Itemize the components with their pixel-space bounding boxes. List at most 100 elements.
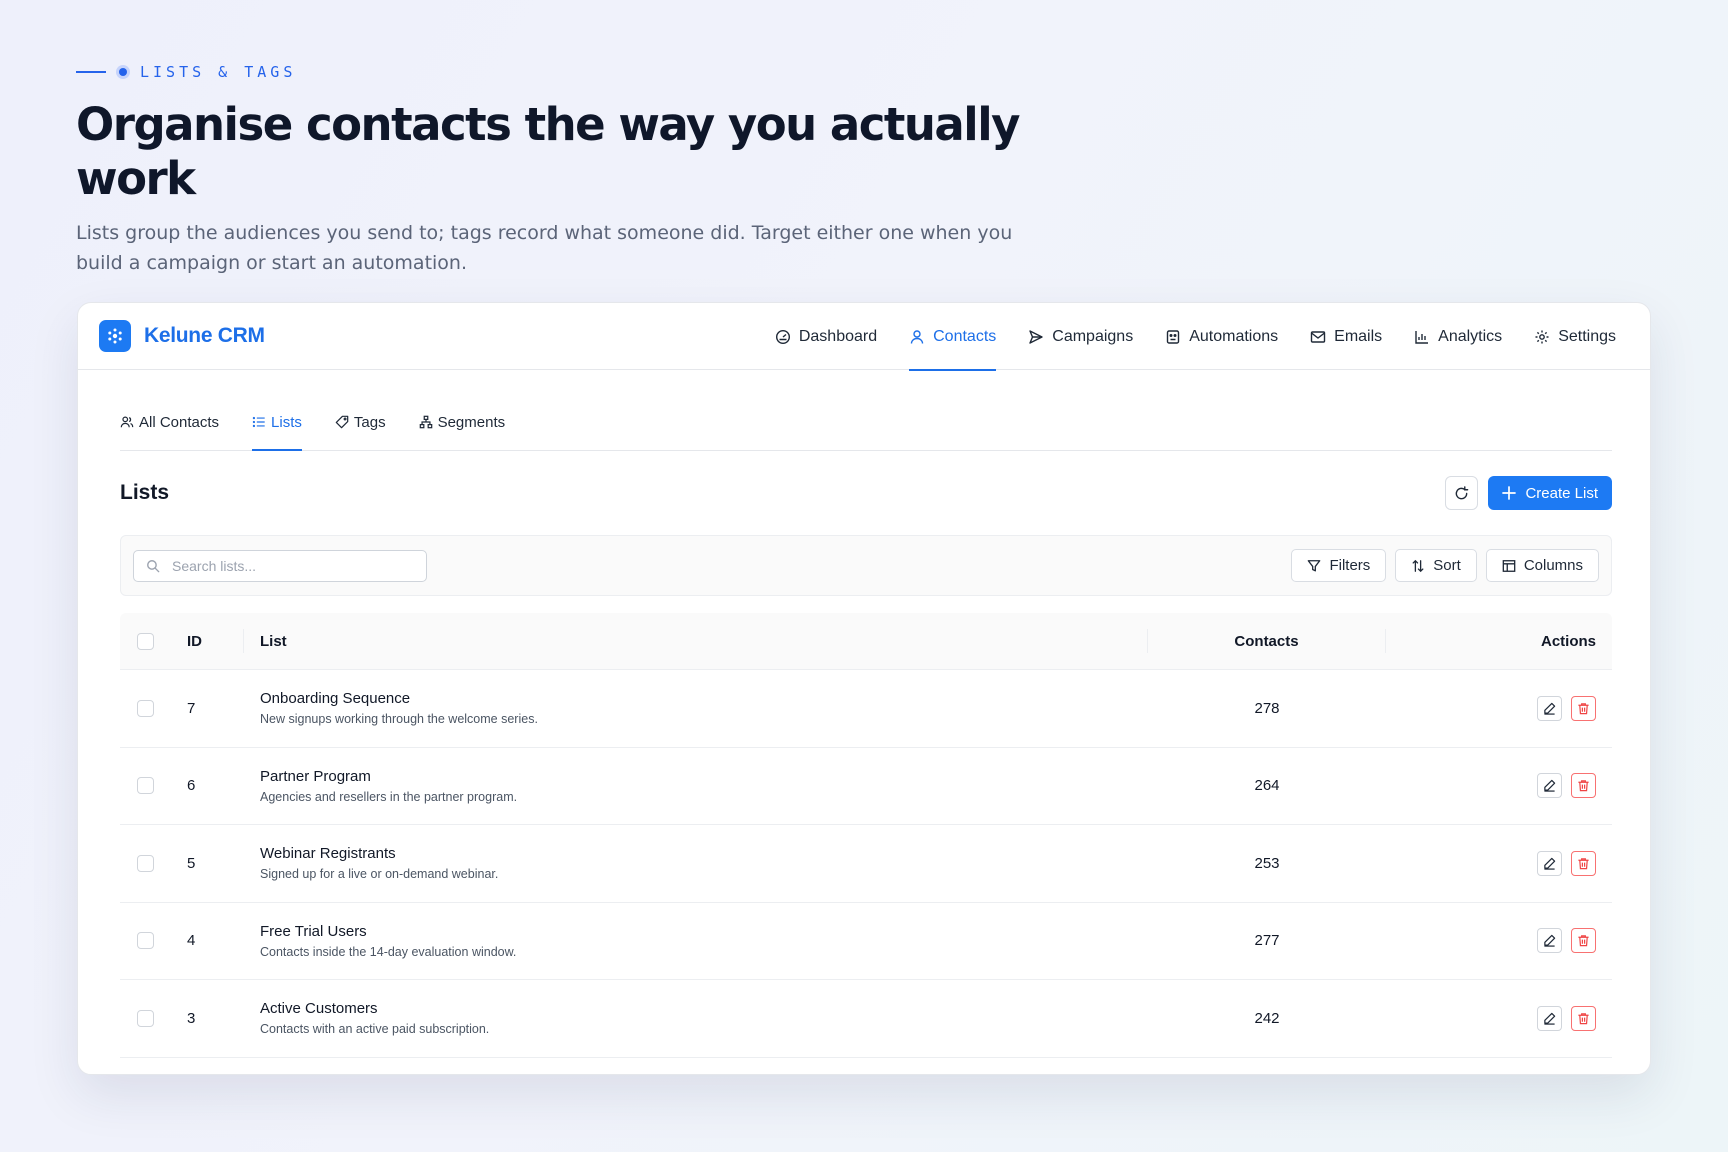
edit-button[interactable] <box>1537 695 1562 721</box>
edit-button[interactable] <box>1537 928 1562 954</box>
plus-icon <box>1502 486 1517 500</box>
delete-button[interactable] <box>1571 850 1596 876</box>
list-name[interactable]: Webinar Registrants <box>260 845 1148 862</box>
row-id: 5 <box>187 854 196 872</box>
list-name[interactable]: Partner Program <box>260 768 1148 785</box>
table-row[interactable]: 3 Active Customers Contacts with an acti… <box>120 980 1612 1058</box>
nav-contacts[interactable]: Contacts <box>893 303 1012 371</box>
nav-settings[interactable]: Settings <box>1518 303 1632 370</box>
delete-button[interactable] <box>1571 695 1596 721</box>
nav-emails[interactable]: Emails <box>1294 303 1398 370</box>
nav-label: Settings <box>1558 327 1616 345</box>
row-checkbox[interactable] <box>137 699 154 717</box>
row-id: 6 <box>187 777 196 795</box>
pencil-icon <box>1544 857 1556 870</box>
pencil-icon <box>1544 935 1556 947</box>
sitemap-icon <box>419 415 432 429</box>
list-name[interactable]: Active Customers <box>260 1000 1148 1017</box>
eyebrow-text: LISTS & TAGS <box>140 63 297 81</box>
delete-button[interactable] <box>1571 773 1596 799</box>
create-list-button[interactable]: Create List <box>1488 476 1612 510</box>
search-box <box>133 549 427 582</box>
table-row[interactable]: 6 Partner Program Agencies and resellers… <box>120 748 1612 825</box>
table-toolbar: Filters Sort Columns <box>120 535 1612 596</box>
trash-icon <box>1578 935 1589 947</box>
row-checkbox[interactable] <box>137 854 154 872</box>
table-row[interactable]: 4 Free Trial Users Contacts inside the 1… <box>120 903 1612 980</box>
row-id: 4 <box>187 932 196 950</box>
header-actions: Create List <box>1445 476 1612 510</box>
main-content: All Contacts Lists Tags Segments Lists C… <box>120 370 1612 1058</box>
nav-label: Contacts <box>933 327 997 345</box>
sort-label: Sort <box>1433 557 1461 574</box>
main-nav: Dashboard Contacts Campaigns Automations… <box>759 303 1632 371</box>
trash-icon <box>1578 858 1589 869</box>
mail-icon <box>1310 330 1326 343</box>
delete-button[interactable] <box>1571 928 1596 954</box>
filters-button[interactable]: Filters <box>1291 549 1387 582</box>
refresh-icon <box>1456 485 1469 499</box>
edit-button[interactable] <box>1537 850 1562 876</box>
nav-dashboard[interactable]: Dashboard <box>759 303 893 370</box>
tag-icon <box>335 415 349 429</box>
header-contacts[interactable]: Contacts <box>1148 629 1386 653</box>
subtab-segments[interactable]: Segments <box>419 406 522 450</box>
refresh-button[interactable] <box>1445 476 1479 510</box>
list-name[interactable]: Free Trial Users <box>260 923 1148 940</box>
row-checkbox[interactable] <box>137 932 154 950</box>
app-window: Kelune CRM Dashboard Contacts Campaigns … <box>77 302 1651 1075</box>
header-id[interactable]: ID <box>187 629 244 653</box>
list-description: New signups working through the welcome … <box>260 712 538 727</box>
nav-label: Analytics <box>1438 327 1503 345</box>
row-checkbox[interactable] <box>137 1009 154 1027</box>
search-icon <box>147 559 160 572</box>
subtab-lists[interactable]: Lists <box>252 406 318 451</box>
columns-button[interactable]: Columns <box>1485 549 1599 582</box>
trash-icon <box>1578 703 1589 714</box>
edit-button[interactable] <box>1537 1005 1562 1031</box>
hero-section: LISTS & TAGS Organise contacts the way y… <box>76 60 1076 278</box>
toolbar-buttons: Filters Sort Columns <box>1291 549 1599 582</box>
table-row[interactable]: 5 Webinar Registrants Signed up for a li… <box>120 825 1612 903</box>
gear-icon <box>1535 330 1549 343</box>
list-name[interactable]: Onboarding Sequence <box>260 690 1148 707</box>
subtab-all-contacts[interactable]: All Contacts <box>120 406 235 450</box>
nav-label: Automations <box>1189 327 1279 345</box>
pencil-icon <box>1544 1012 1556 1025</box>
columns-label: Columns <box>1523 557 1583 574</box>
contacts-count: 242 <box>1254 1009 1280 1027</box>
hero-subtitle: Lists group the audiences you send to; t… <box>76 222 1013 274</box>
columns-icon <box>1502 559 1516 572</box>
list-description: Signed up for a live or on-demand webina… <box>260 867 499 882</box>
delete-button[interactable] <box>1571 1005 1596 1031</box>
table-row[interactable]: 7 Onboarding Sequence New signups workin… <box>120 670 1612 748</box>
subtab-tags[interactable]: Tags <box>335 406 402 450</box>
row-checkbox[interactable] <box>137 777 154 795</box>
header-list[interactable]: List <box>244 629 1148 653</box>
filter-icon <box>1308 559 1321 571</box>
search-input[interactable] <box>172 557 402 574</box>
list-description: Agencies and resellers in the partner pr… <box>260 789 518 804</box>
edit-button[interactable] <box>1537 773 1562 799</box>
create-list-label: Create List <box>1525 484 1598 502</box>
row-id: 3 <box>187 1009 196 1027</box>
brand[interactable]: Kelune CRM <box>99 320 265 352</box>
lists-table: ID List Contacts Actions 7 Onboarding Se… <box>120 613 1612 1058</box>
subtab-label: Lists <box>271 413 302 431</box>
brand-name: Kelune CRM <box>144 324 265 347</box>
pencil-icon <box>1544 702 1556 715</box>
nav-automations[interactable]: Automations <box>1149 303 1294 370</box>
nav-analytics[interactable]: Analytics <box>1398 303 1518 370</box>
page-title: Lists <box>120 481 170 504</box>
gauge-icon <box>775 329 790 344</box>
nav-campaigns[interactable]: Campaigns <box>1012 303 1149 370</box>
select-all-checkbox[interactable] <box>137 632 154 650</box>
contacts-subtabs: All Contacts Lists Tags Segments <box>120 370 1612 451</box>
nav-label: Emails <box>1334 327 1383 345</box>
header-actions-col: Actions <box>1540 632 1596 650</box>
table-header: ID List Contacts Actions <box>120 613 1612 670</box>
contacts-count: 264 <box>1254 777 1280 795</box>
bar-chart-icon <box>1415 330 1429 344</box>
eyebrow-line <box>76 71 106 73</box>
sort-button[interactable]: Sort <box>1395 549 1477 582</box>
